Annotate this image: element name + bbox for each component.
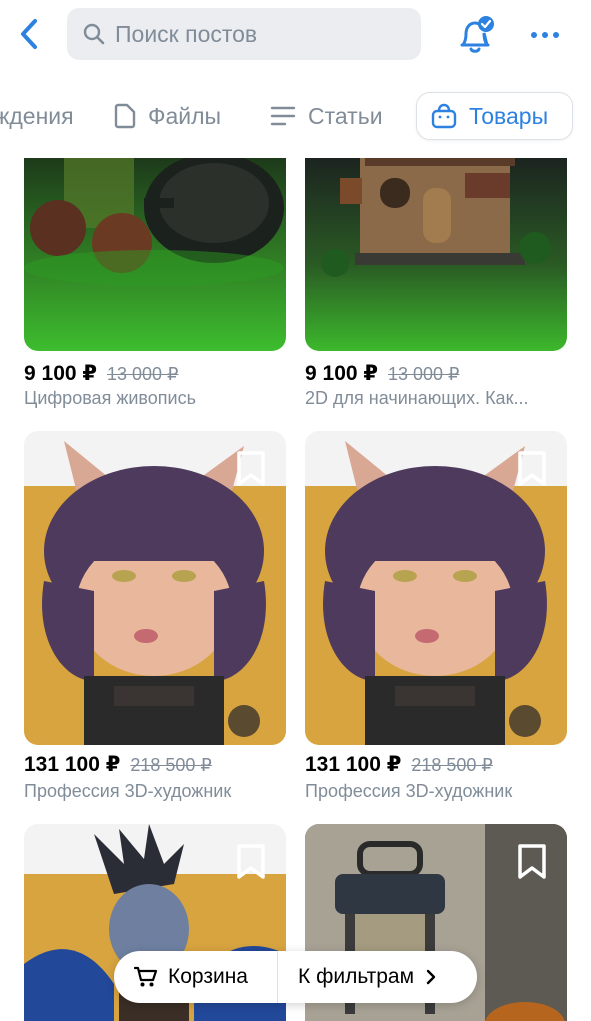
tab-articles[interactable]: Статьи <box>270 92 383 140</box>
top-bar <box>0 0 591 72</box>
tab-files[interactable]: Файлы <box>114 92 221 140</box>
product-price: 9 100 ₽ <box>305 362 378 385</box>
chevron-right-icon <box>426 969 436 985</box>
bookmark-icon[interactable] <box>234 842 268 882</box>
product-card[interactable]: 9 100 ₽ 13 000 ₽ Цифровая живопись <box>24 158 286 408</box>
more-icon <box>531 32 537 38</box>
product-title: Цифровая живопись <box>24 388 196 408</box>
product-price: 131 100 ₽ <box>24 753 121 776</box>
product-old-price: 218 500 ₽ <box>411 755 493 775</box>
product-price: 131 100 ₽ <box>305 753 402 776</box>
article-icon <box>270 106 296 126</box>
product-title: 2D для начинающих. Как... <box>305 388 529 408</box>
bell-icon <box>460 16 494 53</box>
file-icon <box>114 103 136 129</box>
tab-goods[interactable]: Товары <box>416 92 573 140</box>
cart-label: Корзина <box>168 965 248 988</box>
product-card[interactable]: 9 100 ₽ 13 000 ₽ 2D для начинающих. Как.… <box>305 158 567 408</box>
back-chevron-icon <box>21 19 37 49</box>
tab-articles-label: Статьи <box>308 102 383 129</box>
product-price: 9 100 ₽ <box>24 362 97 385</box>
tab-partial-label: ждения <box>0 102 74 129</box>
filters-label: К фильтрам <box>298 965 415 988</box>
search-icon <box>83 23 105 45</box>
product-title: Профессия 3D-художник <box>305 781 513 801</box>
product-old-price: 218 500 ₽ <box>130 755 212 775</box>
product-card[interactable]: 131 100 ₽ 218 500 ₽ Профессия 3D-художни… <box>24 431 286 801</box>
product-image-cat-girl <box>305 431 567 745</box>
product-title: Профессия 3D-художник <box>24 781 232 801</box>
back-button[interactable] <box>12 14 46 54</box>
product-card[interactable]: 131 100 ₽ 218 500 ₽ Профессия 3D-художни… <box>305 431 567 801</box>
search-input[interactable] <box>115 20 385 48</box>
notifications-button[interactable] <box>453 12 499 58</box>
more-button[interactable] <box>525 18 565 52</box>
product-old-price: 13 000 ₽ <box>107 364 179 384</box>
products-grid: 9 100 ₽ 13 000 ₽ Цифровая живопись 9 100… <box>0 158 591 1021</box>
bottom-action-bar: Корзина К фильтрам <box>114 951 477 1003</box>
cart-button[interactable]: Корзина <box>114 951 278 1003</box>
search-box[interactable] <box>67 8 421 60</box>
bookmark-icon[interactable] <box>515 449 549 489</box>
filters-button[interactable]: К фильтрам <box>278 951 436 1003</box>
tab-goods-label: Товары <box>469 102 549 129</box>
product-image-still-life <box>24 158 286 351</box>
cart-icon <box>134 966 158 987</box>
bookmark-icon[interactable] <box>234 449 268 489</box>
section-tabs: ждения Файлы Статьи Товары <box>0 88 591 146</box>
product-old-price: 13 000 ₽ <box>388 364 460 384</box>
product-image-fantasy-house <box>305 158 567 351</box>
tab-partial[interactable]: ждения <box>0 92 74 140</box>
product-image-cat-girl <box>24 431 286 745</box>
bag-icon <box>431 103 457 129</box>
bookmark-icon[interactable] <box>515 842 549 882</box>
tab-files-label: Файлы <box>148 102 222 129</box>
